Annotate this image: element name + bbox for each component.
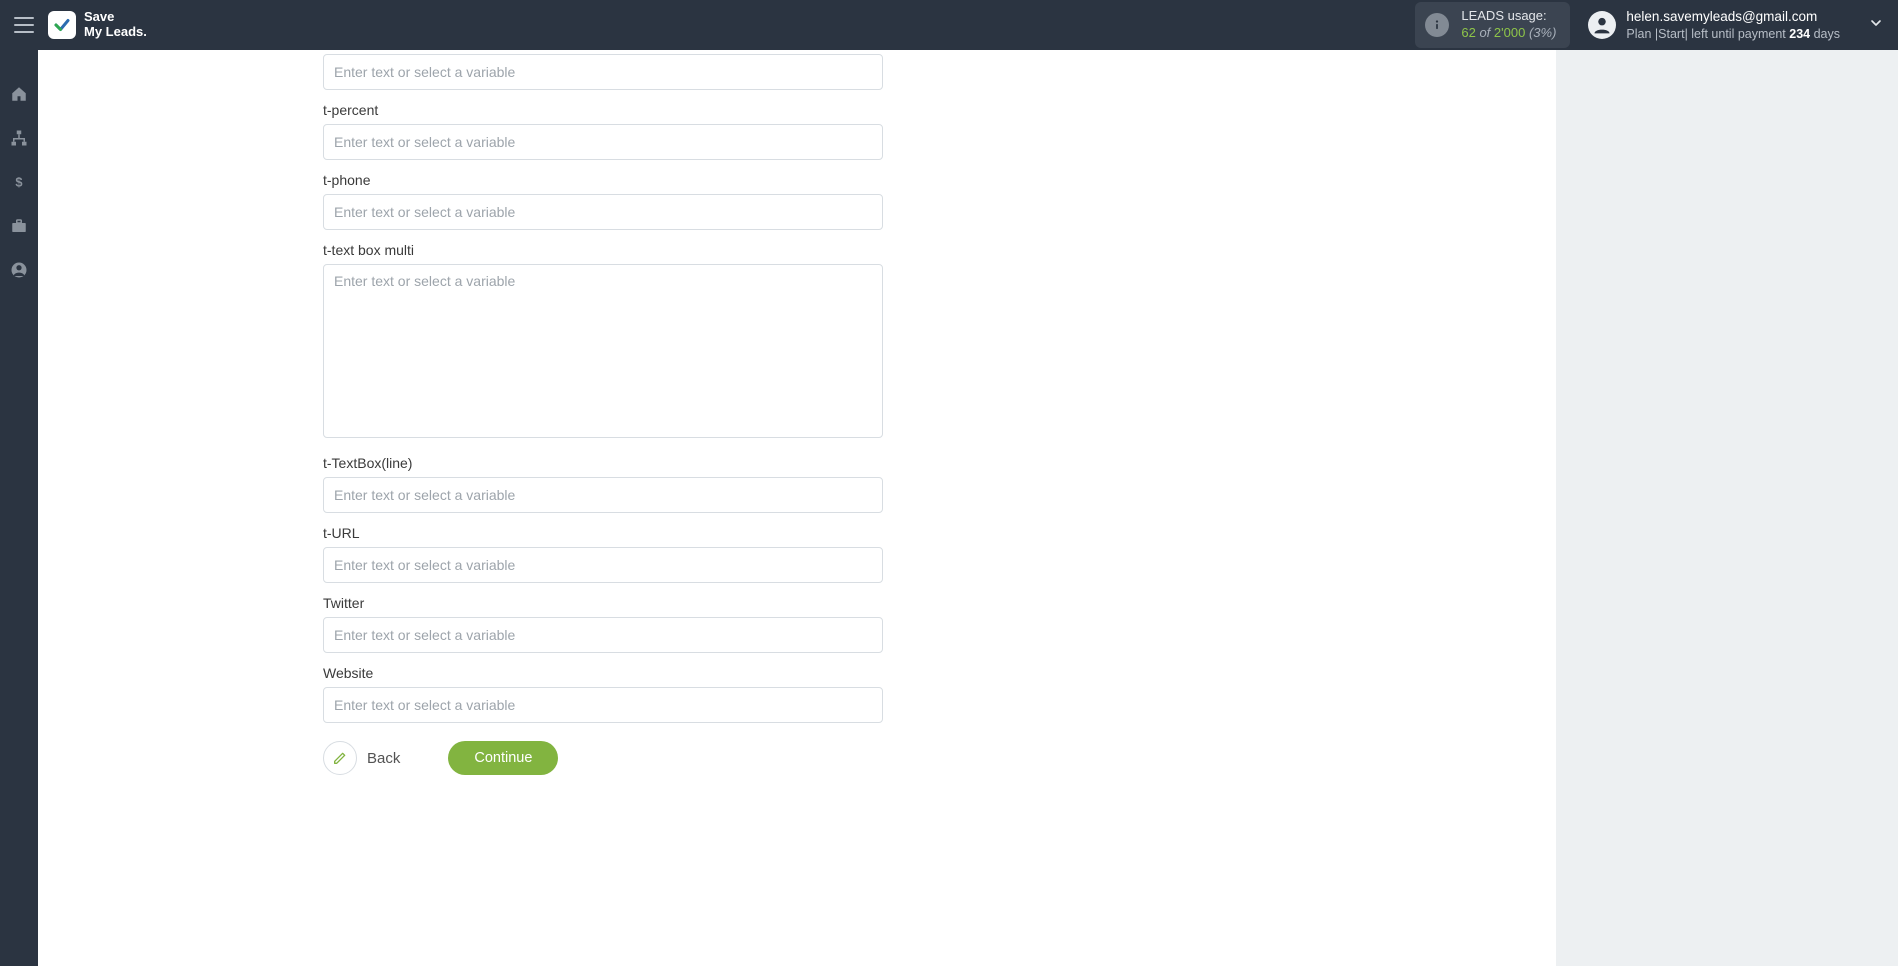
field-row: t-TextBox(line) (323, 455, 883, 513)
user-text: helen.savemyleads@gmail.com Plan |Start|… (1626, 8, 1840, 42)
user-icon[interactable] (9, 260, 29, 280)
website-input[interactable] (323, 687, 883, 723)
usage-value: 62 (1461, 25, 1475, 40)
briefcase-icon[interactable] (9, 216, 29, 236)
user-avatar-icon (1588, 11, 1616, 39)
plan-prefix: Plan | (1626, 27, 1658, 41)
twitter-input[interactable] (323, 617, 883, 653)
brand-line2: My Leads. (84, 25, 147, 40)
home-icon[interactable] (9, 84, 29, 104)
user-email: helen.savemyleads@gmail.com (1626, 8, 1840, 26)
dollar-icon[interactable]: $ (9, 172, 29, 192)
header: Save My Leads. LEADS usage: 62 of 2'000 … (0, 0, 1898, 50)
field-row: t-text box multi (323, 242, 883, 443)
info-icon (1425, 13, 1449, 37)
continue-button[interactable]: Continue (448, 741, 558, 775)
usage-label: LEADS usage: (1461, 8, 1556, 25)
back-label: Back (367, 750, 400, 767)
usage-of: of (1479, 25, 1490, 40)
brand-line1: Save (84, 9, 114, 24)
plan-days-suffix: days (1810, 27, 1840, 41)
field-row: t-URL (323, 525, 883, 583)
field-label: t-text box multi (323, 242, 883, 258)
checkmark-icon (48, 11, 76, 39)
t-textbox-line-input[interactable] (323, 477, 883, 513)
chevron-down-icon[interactable] (1868, 15, 1884, 36)
brand-text: Save My Leads. (84, 10, 147, 40)
field-label: Twitter (323, 595, 883, 611)
field-row: Twitter (323, 595, 883, 653)
actions-row: Back Continue (323, 741, 883, 775)
usage-text: LEADS usage: 62 of 2'000 (3%) (1461, 8, 1556, 42)
field-row: t-percent (323, 102, 883, 160)
svg-text:$: $ (15, 175, 22, 190)
sitemap-icon[interactable] (9, 128, 29, 148)
field-label: t-percent (323, 102, 883, 118)
menu-toggle-icon[interactable] (14, 17, 34, 33)
sidebar: $ (0, 50, 38, 966)
plan-days-num: 234 (1789, 27, 1810, 41)
t-text-box-multi-input[interactable] (323, 264, 883, 438)
field-row: t-phone (323, 172, 883, 230)
field-label: t-URL (323, 525, 883, 541)
plan-mid: | left until payment (1685, 27, 1790, 41)
usage-pct: (3%) (1529, 25, 1556, 40)
form-card: t-percent t-phone t-text box multi t-Tex… (38, 50, 1556, 966)
usage-limit: 2'000 (1494, 25, 1525, 40)
brand-logo[interactable]: Save My Leads. (48, 10, 147, 40)
field-row: Website (323, 665, 883, 723)
field-row (323, 54, 883, 90)
t-phone-input[interactable] (323, 194, 883, 230)
user-box[interactable]: helen.savemyleads@gmail.com Plan |Start|… (1588, 8, 1840, 42)
usage-box: LEADS usage: 62 of 2'000 (3%) (1415, 2, 1570, 48)
field-label: t-TextBox(line) (323, 455, 883, 471)
field-label: Website (323, 665, 883, 681)
form-area: t-percent t-phone t-text box multi t-Tex… (323, 50, 883, 815)
t-percent-input[interactable] (323, 124, 883, 160)
pencil-icon (323, 741, 357, 775)
field-input-0[interactable] (323, 54, 883, 90)
back-button[interactable]: Back (323, 741, 400, 775)
page: t-percent t-phone t-text box multi t-Tex… (38, 50, 1898, 966)
field-label: t-phone (323, 172, 883, 188)
plan-name: Start (1658, 27, 1684, 41)
t-url-input[interactable] (323, 547, 883, 583)
